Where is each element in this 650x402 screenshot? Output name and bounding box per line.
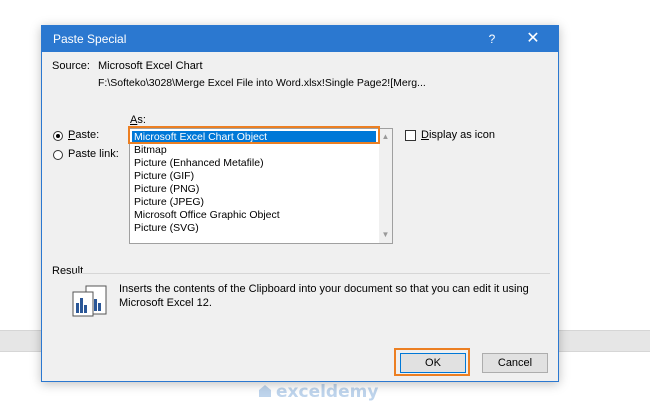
scroll-up-icon[interactable]: ▲ xyxy=(379,131,392,143)
source-path: F:\Softeko\3028\Merge Excel File into Wo… xyxy=(98,77,426,89)
result-description-line2: Microsoft Excel 12. xyxy=(119,297,212,309)
list-item[interactable]: Picture (Enhanced Metafile) xyxy=(132,157,264,169)
watermark-logo-icon xyxy=(259,385,271,397)
cancel-button[interactable]: Cancel xyxy=(482,353,548,373)
result-divider xyxy=(75,273,550,274)
watermark-text: exceldemy xyxy=(276,382,379,402)
list-item[interactable]: Picture (JPEG) xyxy=(132,196,204,208)
result-label: Result xyxy=(52,265,84,277)
list-item[interactable]: Picture (GIF) xyxy=(132,170,194,182)
display-as-icon-checkbox[interactable] xyxy=(405,130,416,141)
list-item[interactable]: Picture (SVG) xyxy=(132,222,199,234)
dialog-titlebar: Paste Special ? ✕ xyxy=(42,26,558,52)
excel-chart-document-icon xyxy=(72,285,107,317)
source-name: Microsoft Excel Chart xyxy=(98,60,203,72)
listbox-scrollbar[interactable]: ▲ ▼ xyxy=(379,129,392,243)
paste-special-dialog: Paste Special ? ✕ Source: Microsoft Exce… xyxy=(41,25,559,382)
watermark: exceldemy xyxy=(258,382,418,402)
paste-radio-label[interactable]: Paste: xyxy=(68,129,99,141)
scroll-down-icon[interactable]: ▼ xyxy=(379,229,392,241)
selection-highlight xyxy=(128,126,380,144)
dialog-title: Paste Special xyxy=(53,32,127,46)
list-item[interactable]: Microsoft Office Graphic Object xyxy=(132,209,280,221)
paste-link-radio[interactable] xyxy=(53,150,63,160)
help-button[interactable]: ? xyxy=(482,29,502,49)
result-description-line1: Inserts the contents of the Clipboard in… xyxy=(119,283,529,295)
source-label: Source: xyxy=(52,60,90,72)
paste-link-radio-label[interactable]: Paste link: xyxy=(68,148,119,160)
as-label: As: xyxy=(130,114,146,126)
paste-as-listbox[interactable]: Microsoft Excel Chart Object Bitmap Pict… xyxy=(129,128,393,244)
paste-radio[interactable] xyxy=(53,131,63,141)
list-item[interactable]: Bitmap xyxy=(132,144,167,156)
list-item[interactable]: Picture (PNG) xyxy=(132,183,199,195)
close-button[interactable]: ✕ xyxy=(522,29,544,49)
ok-button-highlight xyxy=(394,348,470,376)
display-as-icon-label[interactable]: Display as icon xyxy=(421,129,495,141)
